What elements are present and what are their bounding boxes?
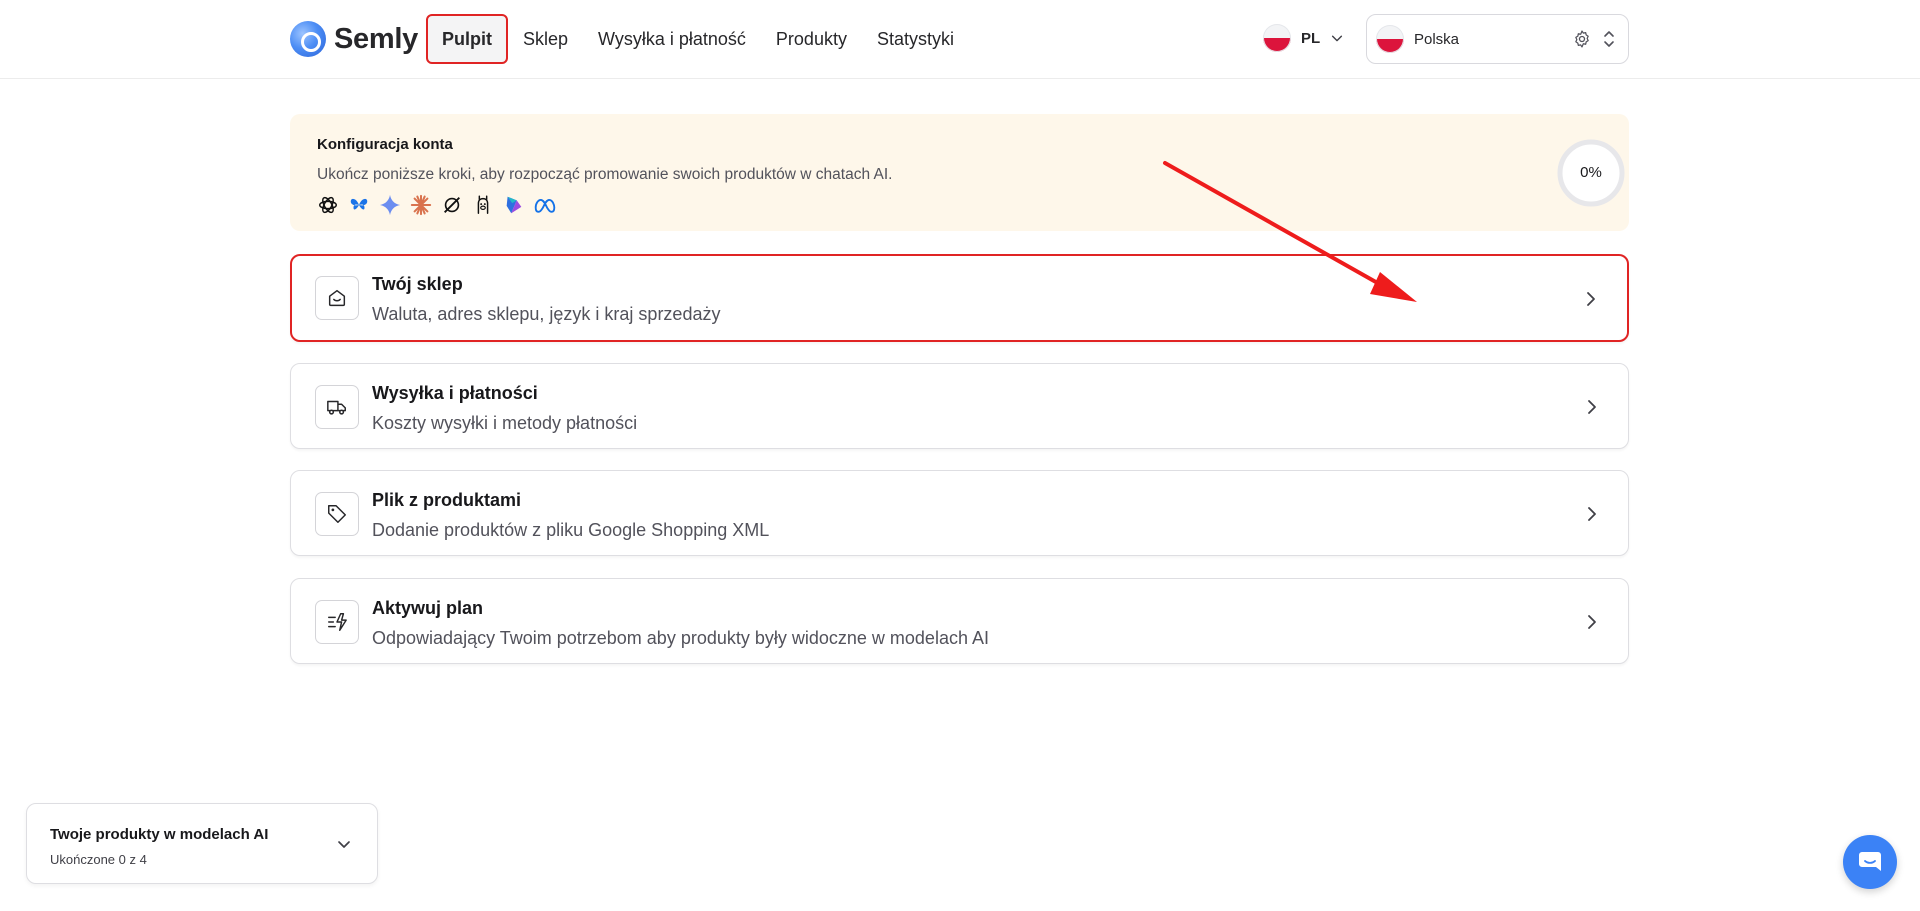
meta-ai-icon — [534, 194, 556, 216]
step-subtitle: Dodanie produktów z pliku Google Shoppin… — [372, 520, 770, 540]
chevron-up-down-icon — [1604, 31, 1614, 47]
step-subtitle: Odpowiadający Twoim potrzebom aby produk… — [372, 628, 989, 648]
step-card-aktywuj-plan[interactable]: Aktywuj plan Odpowiadający Twoim potrzeb… — [290, 578, 1629, 664]
step-card-plik-z-produktami[interactable]: Plik z produktami Dodanie produktów z pl… — [290, 470, 1629, 556]
banner-description: Ukończ poniższe kroki, aby rozpocząć pro… — [317, 166, 893, 183]
gemini-icon — [379, 194, 401, 216]
banner-title: Konfiguracja konta — [317, 136, 453, 153]
chat-support-button[interactable] — [1843, 835, 1897, 889]
claude-icon — [410, 194, 432, 216]
step-title: Wysyłka i płatności — [372, 383, 538, 403]
nav-item-produkty[interactable]: Produkty — [761, 14, 862, 64]
step-subtitle: Waluta, adres sklepu, język i kraj sprze… — [372, 304, 721, 324]
chevron-right-icon — [1588, 507, 1596, 521]
step-subtitle: Koszty wysyłki i metody płatności — [372, 413, 638, 433]
copilot-icon — [503, 194, 525, 216]
step-title: Aktywuj plan — [372, 598, 484, 618]
ai-products-widget[interactable]: Twoje produkty w modelach AI Ukończone 0… — [26, 803, 378, 884]
nav-item-pulpit[interactable]: Pulpit — [426, 14, 508, 64]
nav-item-sklep[interactable]: Sklep — [508, 14, 583, 64]
main-nav: Pulpit Sklep Wysyłka i płatność Produkty… — [426, 14, 969, 64]
ai-models-icons — [317, 194, 556, 216]
language-code: PL — [1301, 29, 1321, 47]
chevron-down-icon — [1332, 35, 1343, 42]
chat-icon — [1859, 852, 1881, 871]
chevron-down-icon[interactable] — [335, 835, 353, 853]
widget-progress: Ukończone 0 z 4 — [50, 852, 147, 867]
nav-item-statystyki[interactable]: Statystyki — [862, 14, 969, 64]
grok-icon — [441, 194, 463, 216]
step-card-twoj-sklep[interactable]: Twój sklep Waluta, adres sklepu, język i… — [290, 254, 1629, 342]
chevron-right-icon — [1587, 292, 1595, 306]
app-logo[interactable]: Semly — [290, 21, 418, 57]
chatgpt-icon — [317, 194, 339, 216]
poland-flag-icon — [1263, 24, 1291, 52]
app-name: Semly — [334, 22, 418, 55]
country-name: Polska — [1414, 30, 1460, 48]
poland-flag-icon — [1376, 25, 1404, 53]
step-title: Twój sklep — [372, 274, 463, 294]
setup-progress-label: 0% — [1580, 164, 1602, 181]
gear-icon[interactable] — [1572, 29, 1592, 49]
step-title: Plik z produktami — [372, 490, 522, 510]
logo-mark-icon — [290, 21, 326, 57]
store-icon — [315, 276, 359, 320]
truck-icon — [315, 385, 359, 429]
language-selector[interactable]: PL — [1263, 24, 1344, 52]
step-card-wysylka-i-platnosci[interactable]: Wysyłka i płatności Koszty wysyłki i met… — [290, 363, 1629, 449]
ollama-icon — [472, 194, 494, 216]
perplexity-icon — [348, 194, 370, 216]
chevron-right-icon — [1588, 615, 1596, 629]
country-selector[interactable]: Polska — [1366, 14, 1629, 64]
top-navigation-bar: Semly Pulpit Sklep Wysyłka i płatność Pr… — [0, 0, 1920, 79]
tag-icon — [315, 492, 359, 536]
nav-item-wysylka-i-platnosc[interactable]: Wysyłka i płatność — [583, 14, 761, 64]
widget-title: Twoje produkty w modelach AI — [50, 826, 269, 843]
account-setup-banner: Konfiguracja konta Ukończ poniższe kroki… — [290, 114, 1629, 231]
chevron-right-icon — [1588, 400, 1596, 414]
plan-icon — [315, 600, 359, 644]
